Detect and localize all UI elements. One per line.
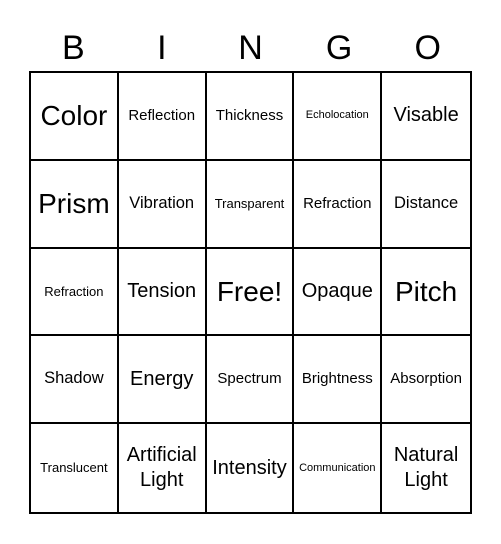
- bingo-cell[interactable]: Communication: [294, 424, 383, 512]
- bingo-cell[interactable]: Energy: [118, 336, 207, 425]
- bingo-cell[interactable]: Visable: [382, 73, 470, 161]
- bingo-cell[interactable]: Tension: [118, 248, 207, 337]
- bingo-cell[interactable]: Translucent: [31, 424, 119, 512]
- bingo-cell[interactable]: Echolocation: [294, 73, 383, 161]
- bingo-cell[interactable]: Opaque: [294, 248, 383, 337]
- header-letter-o: O: [414, 29, 441, 67]
- header-letter-n: N: [238, 29, 263, 67]
- bingo-cell[interactable]: Color: [31, 73, 119, 161]
- bingo-cell[interactable]: Brightness: [294, 336, 383, 425]
- bingo-cell[interactable]: Refraction: [294, 160, 383, 249]
- header-letter-g: G: [325, 29, 353, 67]
- bingo-cell[interactable]: Transparent: [206, 160, 295, 249]
- bingo-cell[interactable]: Distance: [382, 161, 470, 249]
- bingo-cell[interactable]: Shadow: [31, 336, 119, 425]
- bingo-cell[interactable]: Reflection: [118, 73, 207, 161]
- bingo-cell[interactable]: Spectrum: [206, 336, 295, 425]
- bingo-board: Color Reflection Thickness Echolocation …: [29, 71, 472, 514]
- bingo-cell[interactable]: Vibration: [118, 160, 207, 249]
- bingo-cell[interactable]: Artificial Light: [119, 424, 207, 512]
- bingo-cell[interactable]: Intensity: [207, 424, 295, 512]
- bingo-cell[interactable]: Prism: [31, 160, 119, 249]
- bingo-header: B I N G O: [29, 26, 472, 70]
- header-letter-b: B: [61, 29, 85, 67]
- bingo-cell[interactable]: Thickness: [206, 73, 295, 161]
- header-letter-i: I: [157, 29, 167, 67]
- bingo-cell[interactable]: Absorption: [382, 336, 470, 425]
- free-space-cell[interactable]: Free!: [206, 248, 295, 337]
- bingo-cell[interactable]: Natural Light: [382, 424, 470, 512]
- bingo-cell[interactable]: Pitch: [382, 249, 470, 337]
- bingo-cell[interactable]: Refraction: [31, 248, 119, 337]
